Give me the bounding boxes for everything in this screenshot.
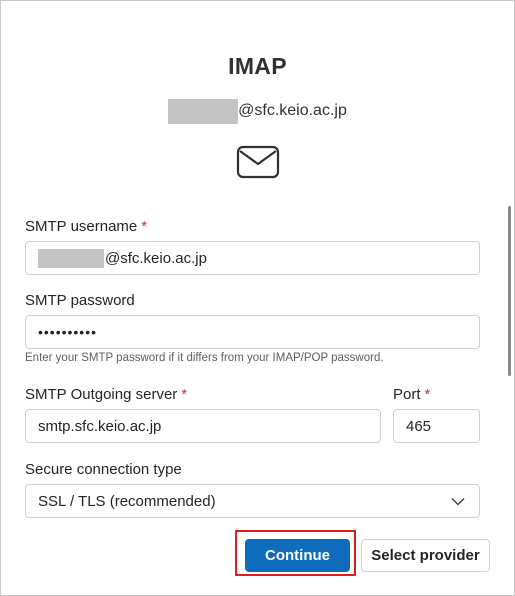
port-input[interactable]: 465	[393, 409, 480, 443]
chevron-down-icon	[451, 493, 465, 510]
required-mark: *	[181, 386, 188, 403]
secure-connection-label: Secure connection type	[25, 461, 182, 478]
smtp-username-input[interactable]: @sfc.keio.ac.jp	[25, 241, 480, 275]
select-provider-button[interactable]: Select provider	[361, 539, 490, 572]
smtp-password-label-text: SMTP password	[25, 292, 135, 309]
smtp-server-label: SMTP Outgoing server *	[25, 386, 187, 403]
port-label-text: Port	[393, 386, 421, 403]
secure-connection-label-text: Secure connection type	[25, 461, 182, 478]
redacted-username	[38, 248, 104, 268]
smtp-username-label: SMTP username *	[25, 218, 147, 235]
smtp-password-input[interactable]: ••••••••••	[25, 315, 480, 349]
secure-connection-value: SSL / TLS (recommended)	[38, 492, 216, 510]
account-email: @sfc.keio.ac.jp	[0, 98, 515, 124]
account-domain: @sfc.keio.ac.jp	[238, 102, 347, 119]
redacted-username	[168, 98, 239, 124]
password-hint: Enter your SMTP password if it differs f…	[25, 352, 384, 364]
smtp-username-value: @sfc.keio.ac.jp	[105, 249, 207, 267]
port-value: 465	[406, 417, 432, 435]
smtp-server-input[interactable]: smtp.sfc.keio.ac.jp	[25, 409, 381, 443]
required-mark: *	[141, 218, 148, 235]
smtp-password-value: ••••••••••	[38, 324, 98, 340]
smtp-server-label-text: SMTP Outgoing server	[25, 386, 178, 403]
mail-icon	[236, 145, 280, 179]
port-label: Port *	[393, 386, 430, 403]
required-mark: *	[424, 386, 431, 403]
smtp-password-label: SMTP password	[25, 292, 135, 309]
smtp-server-value: smtp.sfc.keio.ac.jp	[38, 417, 162, 435]
secure-connection-select[interactable]: SSL / TLS (recommended)	[25, 484, 480, 518]
scrollbar[interactable]	[508, 206, 511, 376]
continue-button[interactable]: Continue	[245, 539, 350, 572]
smtp-username-label-text: SMTP username	[25, 218, 138, 235]
page-title: IMAP	[228, 53, 287, 79]
